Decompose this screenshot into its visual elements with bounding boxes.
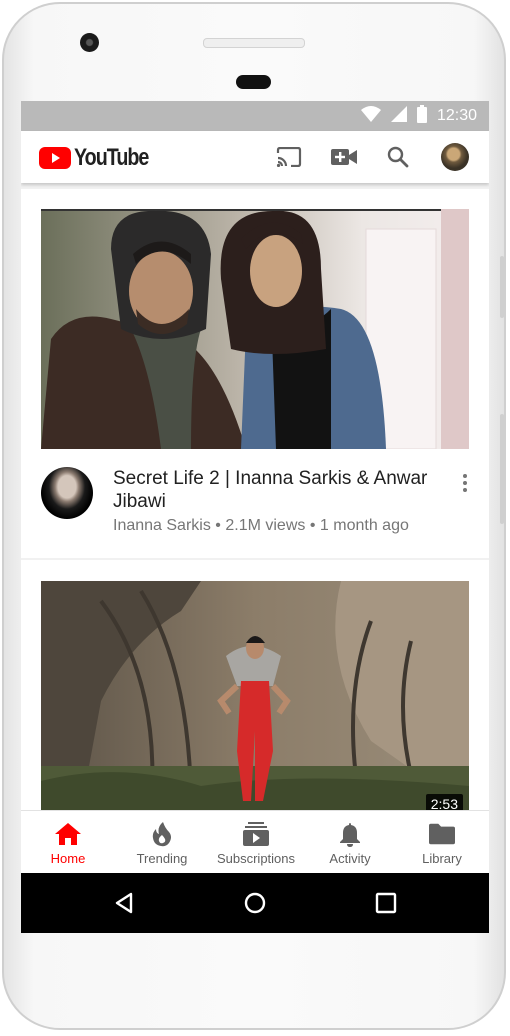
video-meta: Secret Life 2 | Inanna Sarkis & Anwar Ji… (41, 467, 469, 537)
bottom-navigation: Home Trending Subscriptions Activity Lib… (21, 810, 489, 874)
video-title[interactable]: Secret Life 2 | Inanna Sarkis & Anwar Ji… (113, 467, 443, 513)
nav-label: Trending (136, 851, 188, 866)
app-name: YouTube (74, 144, 149, 171)
wifi-icon (360, 105, 381, 127)
app-bar: YouTube (21, 131, 489, 183)
youtube-play-icon (39, 147, 71, 169)
nav-library[interactable]: Library (395, 811, 489, 874)
view-count: 2.1M views (225, 517, 306, 534)
upload-video-icon[interactable] (330, 143, 358, 171)
front-camera (80, 33, 99, 52)
video-thumbnail[interactable]: 2:53 (41, 581, 469, 810)
bell-icon (337, 821, 363, 847)
home-circle-icon[interactable] (242, 890, 268, 916)
nav-label: Home (50, 851, 86, 866)
channel-name[interactable]: Inanna Sarkis (113, 517, 211, 534)
back-icon[interactable] (111, 890, 137, 916)
folder-icon (429, 821, 455, 847)
separator: • (309, 517, 316, 534)
power-button (500, 414, 504, 524)
video-subline: Inanna Sarkis • 2.1M views • 1 month ago (113, 517, 409, 535)
earpiece (236, 75, 271, 89)
system-navigation-bar (21, 873, 489, 933)
speaker-grille (203, 38, 305, 48)
cast-icon[interactable] (275, 143, 303, 171)
subscriptions-icon (243, 821, 269, 847)
recents-icon[interactable] (373, 890, 399, 916)
more-options-icon[interactable] (457, 469, 473, 497)
nav-label: Library (422, 851, 462, 866)
video-thumbnail[interactable] (41, 209, 469, 449)
status-time: 12:30 (436, 107, 477, 124)
video-card[interactable]: 2:53 (21, 560, 489, 810)
status-bar: 12:30 (21, 101, 489, 131)
volume-button (500, 256, 504, 318)
account-avatar[interactable] (441, 143, 469, 171)
phone-screen: 12:30 YouTube Secret Life 2 | Inanna Sar… (21, 101, 489, 933)
video-feed[interactable]: Secret Life 2 | Inanna Sarkis & Anwar Ji… (21, 183, 489, 810)
separator: • (215, 517, 221, 534)
home-icon (55, 821, 81, 847)
nav-trending[interactable]: Trending (115, 811, 209, 874)
battery-icon (416, 104, 427, 128)
video-card[interactable]: Secret Life 2 | Inanna Sarkis & Anwar Ji… (21, 189, 489, 558)
upload-age: 1 month ago (319, 517, 409, 534)
video-duration: 2:53 (425, 794, 463, 810)
search-icon[interactable] (384, 143, 412, 171)
cellular-signal-icon (390, 105, 407, 127)
nav-subscriptions[interactable]: Subscriptions (209, 811, 303, 874)
youtube-logo[interactable]: YouTube (39, 144, 165, 172)
nav-activity[interactable]: Activity (303, 811, 397, 874)
nav-home[interactable]: Home (21, 811, 115, 874)
channel-avatar[interactable] (41, 467, 93, 519)
flame-icon (149, 821, 175, 847)
nav-label: Subscriptions (216, 851, 296, 866)
nav-label: Activity (329, 851, 371, 866)
